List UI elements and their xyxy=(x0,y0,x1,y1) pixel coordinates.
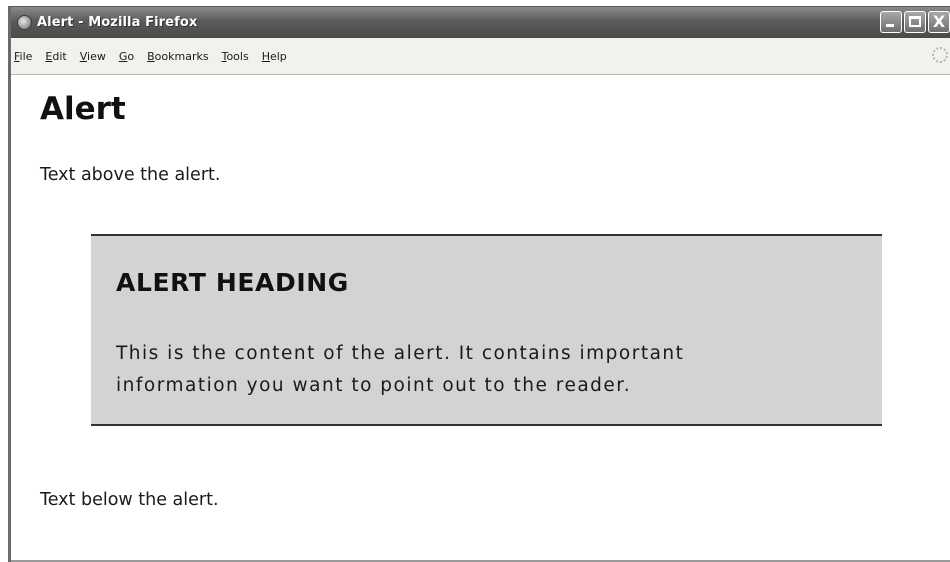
menu-bar: File Edit View Go Bookmarks Tools Help xyxy=(11,38,950,75)
text-below-alert: Text below the alert. xyxy=(40,490,219,510)
menu-file[interactable]: File xyxy=(14,50,32,63)
menu-help[interactable]: Help xyxy=(262,50,287,63)
firefox-icon xyxy=(17,15,32,30)
browser-window: Alert - Mozilla Firefox X File Edit View… xyxy=(8,6,950,562)
window-controls: X xyxy=(880,11,950,33)
menu-go[interactable]: Go xyxy=(119,50,134,63)
close-button[interactable]: X xyxy=(928,11,950,33)
maximize-button[interactable] xyxy=(904,11,926,33)
alert-body-line-1: This is the content of the alert. It con… xyxy=(116,343,685,364)
minimize-button[interactable] xyxy=(880,11,902,33)
maximize-icon xyxy=(909,16,921,27)
menu-tools[interactable]: Tools xyxy=(222,50,249,63)
page-content: Alert Text above the alert. ALERT HEADIN… xyxy=(11,75,950,562)
menu-bookmarks[interactable]: Bookmarks xyxy=(147,50,208,63)
window-title: Alert - Mozilla Firefox xyxy=(37,15,198,30)
alert-body: This is the content of the alert. It con… xyxy=(116,338,856,402)
page-title: Alert xyxy=(40,91,126,127)
title-bar[interactable]: Alert - Mozilla Firefox X xyxy=(11,7,950,38)
alert-box: ALERT HEADING This is the content of the… xyxy=(91,234,882,426)
text-above-alert: Text above the alert. xyxy=(40,165,221,185)
minimize-icon xyxy=(886,24,894,27)
alert-body-line-2: information you want to point out to the… xyxy=(116,375,632,396)
menu-edit[interactable]: Edit xyxy=(45,50,66,63)
menu-view[interactable]: View xyxy=(80,50,106,63)
alert-heading: ALERT HEADING xyxy=(116,268,349,297)
close-icon: X xyxy=(932,12,946,31)
throbber-icon xyxy=(932,47,948,63)
